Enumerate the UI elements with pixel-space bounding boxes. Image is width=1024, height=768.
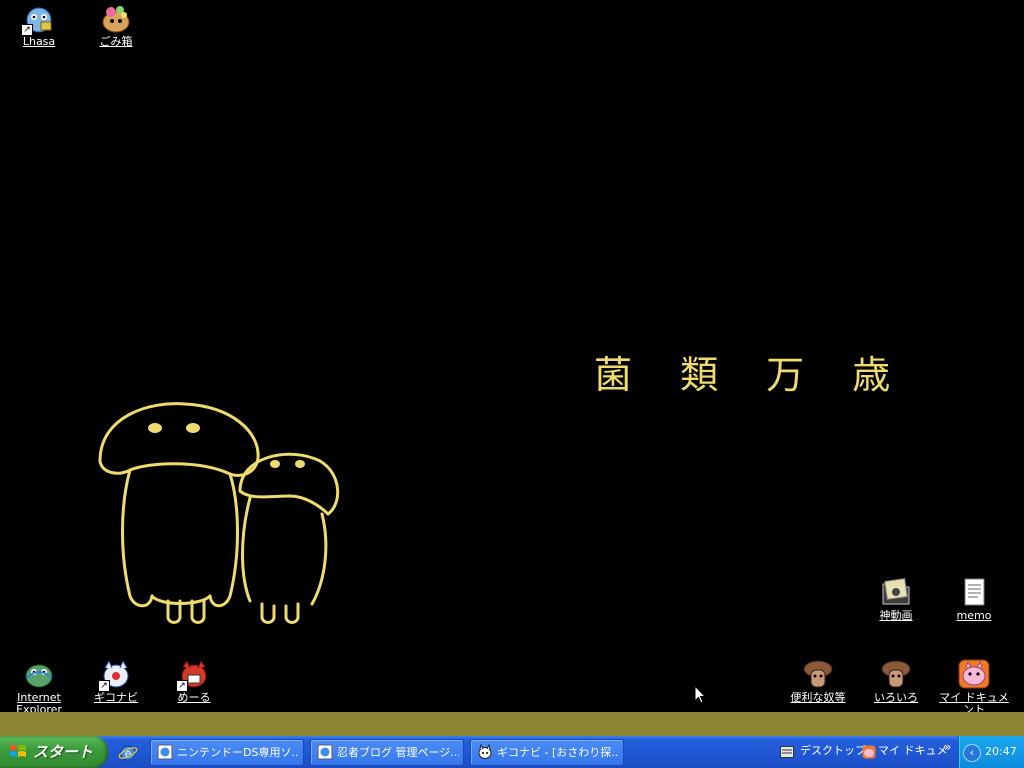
task-label: ニンテンドーDS専用ソ... (177, 746, 299, 759)
my-documents-small-icon (862, 745, 876, 759)
taskbar-toolbars: デスクトップ マイ ドキュメ » (776, 736, 958, 768)
desktop-icon-iroiro[interactable]: いろいろ (858, 658, 934, 704)
mail-label: めーる (177, 691, 211, 704)
desktop-icon-my-documents[interactable]: マイ ドキュメント (936, 658, 1012, 716)
mouse-cursor-icon (694, 684, 707, 708)
shindouga-label: 神動画 (879, 609, 913, 622)
taskbar-window-ds-page[interactable]: ニンテンドーDS専用ソ... (150, 739, 304, 766)
wallpaper-title: 菌 類 万 歳 (594, 353, 909, 397)
toolbar-desktop[interactable]: デスクトップ (800, 736, 866, 766)
mushroom-folder-icon (802, 658, 834, 690)
iroiro-label: いろいろ (874, 691, 918, 704)
taskbar-window-giconavi[interactable]: ギコナビ - [おさわり探... (470, 739, 624, 766)
benri-label: 便利な奴等 (790, 691, 846, 704)
desktop-icon-mail[interactable]: ↗ めーる (156, 658, 232, 704)
text-file-icon (958, 576, 990, 608)
desktop-bottom-strip (0, 712, 1024, 736)
memo-label: memo (956, 609, 992, 622)
desktop-icon-recycle-bin[interactable]: ごみ箱 (78, 2, 154, 48)
giconavi-small-icon (478, 744, 492, 759)
taskbar-window-ninja-blog[interactable]: 忍者ブログ 管理ページ... (310, 739, 464, 766)
desktop-icon-shindouga[interactable]: 神動画 (858, 576, 934, 622)
start-button[interactable]: スタート (0, 736, 108, 768)
taskbar: スタート e ニンテンドーDS専用ソ... 忍者ブログ 管理ページ... ギコナ… (0, 736, 1024, 768)
task-label: 忍者ブログ 管理ページ... (337, 746, 459, 759)
toolbar-my-documents[interactable]: マイ ドキュメ (878, 736, 948, 766)
desktop-icon-memo[interactable]: memo (936, 576, 1012, 622)
windows-logo-icon (10, 745, 26, 757)
desktop-icon-giconavi[interactable]: ↗ ギコナビ (78, 658, 154, 704)
show-hidden-icons-chevron-icon[interactable]: ‹ (963, 744, 981, 762)
internet-explorer-icon (23, 658, 55, 690)
recycle-bin-icon (100, 2, 132, 34)
shortcut-arrow-icon: ↗ (98, 680, 110, 692)
recycle-bin-label: ごみ箱 (99, 35, 133, 48)
giconavi-icon: ↗ (98, 658, 132, 692)
wallpaper-mushroom-mascots (90, 396, 350, 632)
mushroom-folder-icon (880, 658, 912, 690)
task-label: ギコナビ - [おさわり探... (497, 746, 619, 759)
ie-page-icon (157, 744, 173, 760)
clock[interactable]: 20:47 (985, 736, 1017, 768)
mail-icon: ↗ (176, 658, 210, 692)
quick-launch-ie-icon[interactable]: e (118, 743, 138, 763)
shortcut-arrow-icon: ↗ (176, 680, 188, 692)
lhasa-icon: ↗ (21, 2, 55, 36)
toolbar-chevron[interactable]: » (944, 732, 951, 762)
start-button-label: スタート (33, 743, 94, 761)
desktop-icon-benri[interactable]: 便利な奴等 (780, 658, 856, 704)
desktop-icon-internet-explorer[interactable]: Internet Explorer (1, 658, 77, 716)
desktop: ↗ Lhasa ごみ箱 菌 類 万 歳 神動画 memo Internet Ex… (0, 0, 1024, 716)
desktop-icon-lhasa[interactable]: ↗ Lhasa (1, 2, 77, 48)
lhasa-label: Lhasa (22, 35, 56, 48)
shortcut-arrow-icon: ↗ (21, 24, 33, 36)
giconavi-label: ギコナビ (94, 691, 138, 704)
my-documents-icon (958, 658, 990, 690)
keyboard-icon[interactable] (780, 746, 794, 758)
ie-page-icon (317, 744, 333, 760)
system-tray: ‹ 20:47 (958, 736, 1024, 768)
folder-icon (880, 576, 912, 608)
